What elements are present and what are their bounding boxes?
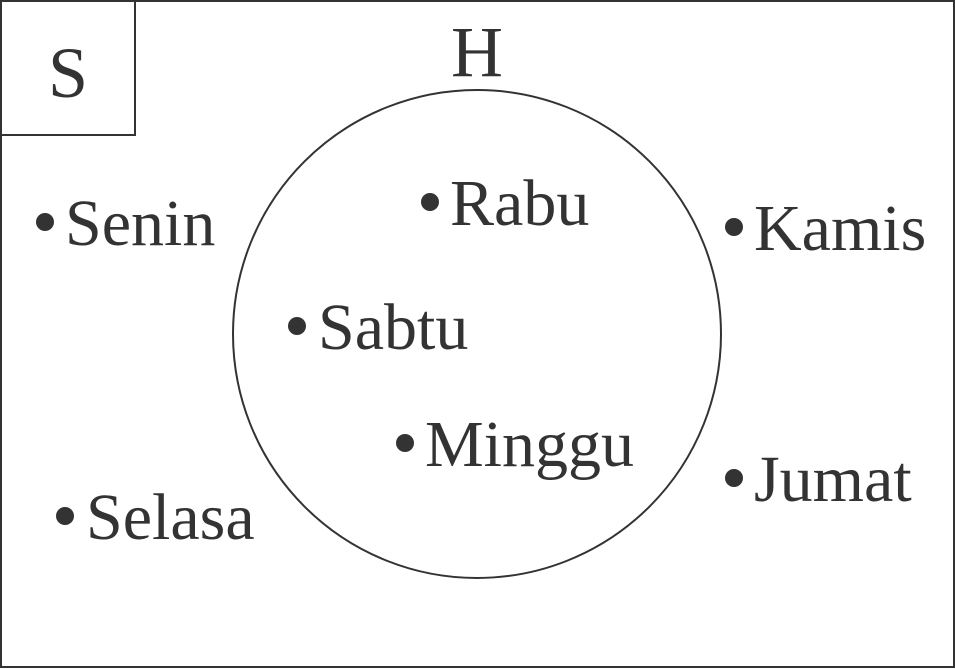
venn-diagram: S H Rabu Sabtu Minggu Senin Selasa Kamis… — [0, 0, 955, 669]
member-kamis: Kamis — [754, 192, 926, 265]
venn-diagram-svg: S H Rabu Sabtu Minggu Senin Selasa Kamis… — [0, 0, 955, 668]
member-senin: Senin — [65, 187, 215, 260]
member-dot-jumat — [725, 469, 743, 487]
member-selasa: Selasa — [86, 481, 255, 554]
set-h-circle — [232, 89, 722, 579]
member-dot-rabu — [421, 193, 439, 211]
member-rabu: Rabu — [450, 167, 589, 240]
member-dot-kamis — [725, 218, 743, 236]
member-jumat: Jumat — [754, 443, 912, 516]
member-dot-minggu — [396, 434, 414, 452]
set-h-label: H — [451, 12, 503, 92]
member-minggu: Minggu — [425, 408, 634, 481]
member-dot-selasa — [56, 507, 74, 525]
member-sabtu: Sabtu — [318, 291, 468, 364]
universal-set-label: S — [48, 33, 88, 113]
member-dot-sabtu — [288, 317, 306, 335]
universal-set-frame — [0, 0, 955, 668]
member-dot-senin — [36, 213, 54, 231]
